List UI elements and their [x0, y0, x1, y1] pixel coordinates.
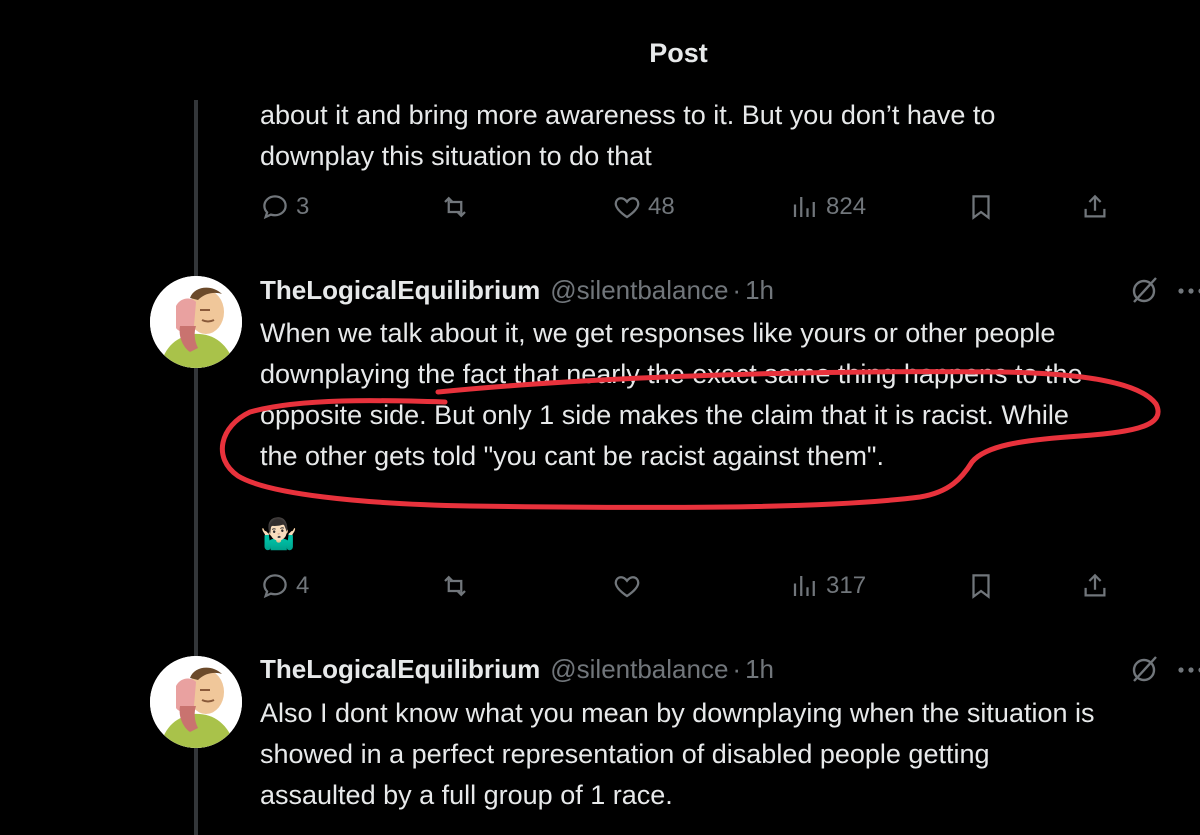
grok-icon[interactable] [1128, 653, 1160, 685]
user-handle[interactable]: @silentbalance [550, 275, 728, 306]
more-options-icon[interactable] [1176, 655, 1200, 685]
share-icon [1084, 573, 1106, 597]
action-bar: 3 48 824 [260, 189, 1120, 225]
share-icon [1084, 194, 1106, 218]
post-text-line: the other gets told "you cant be racist … [260, 441, 885, 471]
post-text-line: assaulted by a full group of 1 race. [260, 780, 673, 810]
like-button[interactable] [612, 568, 642, 604]
views-icon [793, 197, 815, 217]
reply-count: 3 [296, 193, 310, 220]
grok-icon[interactable] [1128, 274, 1160, 306]
repost-icon [444, 196, 466, 218]
reply-button[interactable]: 4 [260, 568, 309, 604]
share-button[interactable] [1080, 568, 1110, 604]
share-button[interactable] [1080, 189, 1110, 225]
bookmark-button[interactable] [966, 189, 996, 225]
views-button[interactable]: 317 [790, 568, 866, 604]
like-button[interactable]: 48 [612, 189, 675, 225]
shrug-emoji: 🤷🏻‍♂️ [260, 518, 298, 551]
post-meta: TheLogicalEquilibrium @silentbalance · 1… [260, 649, 774, 689]
avatar[interactable] [150, 656, 242, 748]
reply-count: 4 [296, 572, 310, 599]
post-text-line: showed in a perfect representation of di… [260, 739, 990, 769]
heart-icon [614, 576, 640, 598]
heart-icon [614, 197, 640, 219]
post-text-line: opposite side. But only 1 side makes the… [260, 400, 1069, 430]
display-name[interactable]: TheLogicalEquilibrium [260, 654, 540, 685]
repost-button[interactable] [440, 568, 470, 604]
views-count: 824 [826, 193, 867, 220]
reply-button[interactable]: 3 [260, 189, 309, 225]
display-name[interactable]: TheLogicalEquilibrium [260, 275, 540, 306]
post-text: When we talk about it, we get responses … [260, 313, 1180, 477]
avatar-image [150, 276, 242, 368]
post-text-line: Also I dont know what you mean by downpl… [260, 698, 1095, 728]
repost-icon [444, 575, 466, 597]
meta-separator: · [732, 653, 742, 684]
reply-icon [263, 195, 287, 220]
repost-button[interactable] [440, 189, 470, 225]
views-icon [793, 576, 815, 596]
bookmark-icon [972, 574, 990, 599]
user-handle[interactable]: @silentbalance [550, 654, 728, 685]
post-text-line: When we talk about it, we get responses … [260, 318, 1056, 348]
views-button[interactable]: 824 [790, 189, 866, 225]
avatar-image [150, 656, 242, 748]
page-title: Post [649, 38, 708, 68]
more-options-icon[interactable] [1176, 276, 1200, 306]
post-meta: TheLogicalEquilibrium @silentbalance · 1… [260, 270, 774, 310]
like-count: 48 [648, 193, 675, 220]
post-text: Also I dont know what you mean by downpl… [260, 693, 1180, 816]
reply-icon [263, 574, 287, 599]
avatar[interactable] [150, 276, 242, 368]
post-text-line: downplay this situation to do that [260, 141, 652, 171]
bookmark-icon [972, 195, 990, 220]
post-text-line: about it and bring more awareness to it.… [260, 100, 996, 130]
post-text-line: downplaying the fact that nearly the exa… [260, 359, 1083, 389]
meta-separator: · [732, 274, 742, 305]
post-time[interactable]: 1h [745, 654, 774, 685]
bookmark-button[interactable] [966, 568, 996, 604]
post-time[interactable]: 1h [745, 275, 774, 306]
post-text: about it and bring more awareness to it.… [260, 95, 1180, 177]
action-bar: 4 317 [260, 568, 1120, 604]
views-count: 317 [826, 572, 867, 599]
